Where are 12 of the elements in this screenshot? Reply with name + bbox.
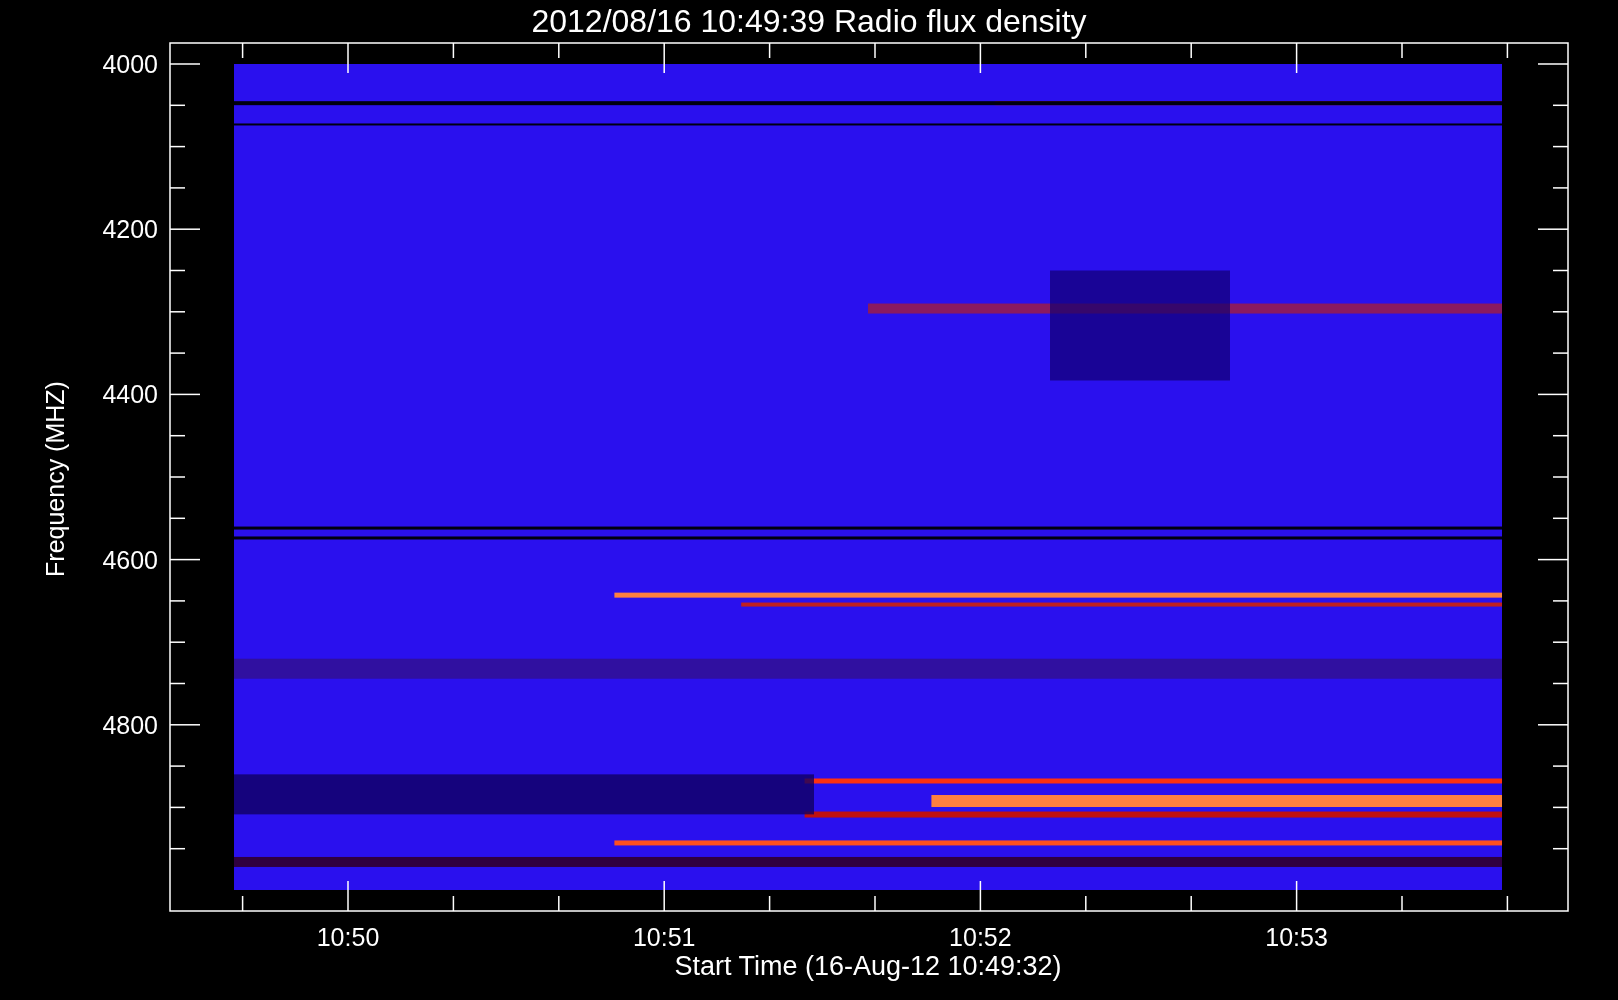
x-tick-label: 10:52 — [949, 923, 1012, 951]
x-tick-label: 10:51 — [632, 923, 696, 951]
y-tick-label: 4000 — [102, 50, 158, 78]
x-tick-label: 10:50 — [316, 923, 380, 951]
y-tick-label: 4400 — [102, 380, 158, 409]
plot-title: 2012/08/16 10:49:39 Radio flux density — [531, 3, 1087, 39]
x-axis-label: Start Time (16-Aug-12 10:49:32) — [674, 951, 1062, 981]
y-tick-label: 4200 — [102, 215, 158, 244]
y-axis-label: Frequency (MHZ) — [41, 381, 69, 577]
x-tick-label: 10:53 — [1265, 923, 1328, 951]
y-tick-label: 4800 — [102, 710, 158, 739]
y-tick-label: 4600 — [102, 545, 158, 574]
